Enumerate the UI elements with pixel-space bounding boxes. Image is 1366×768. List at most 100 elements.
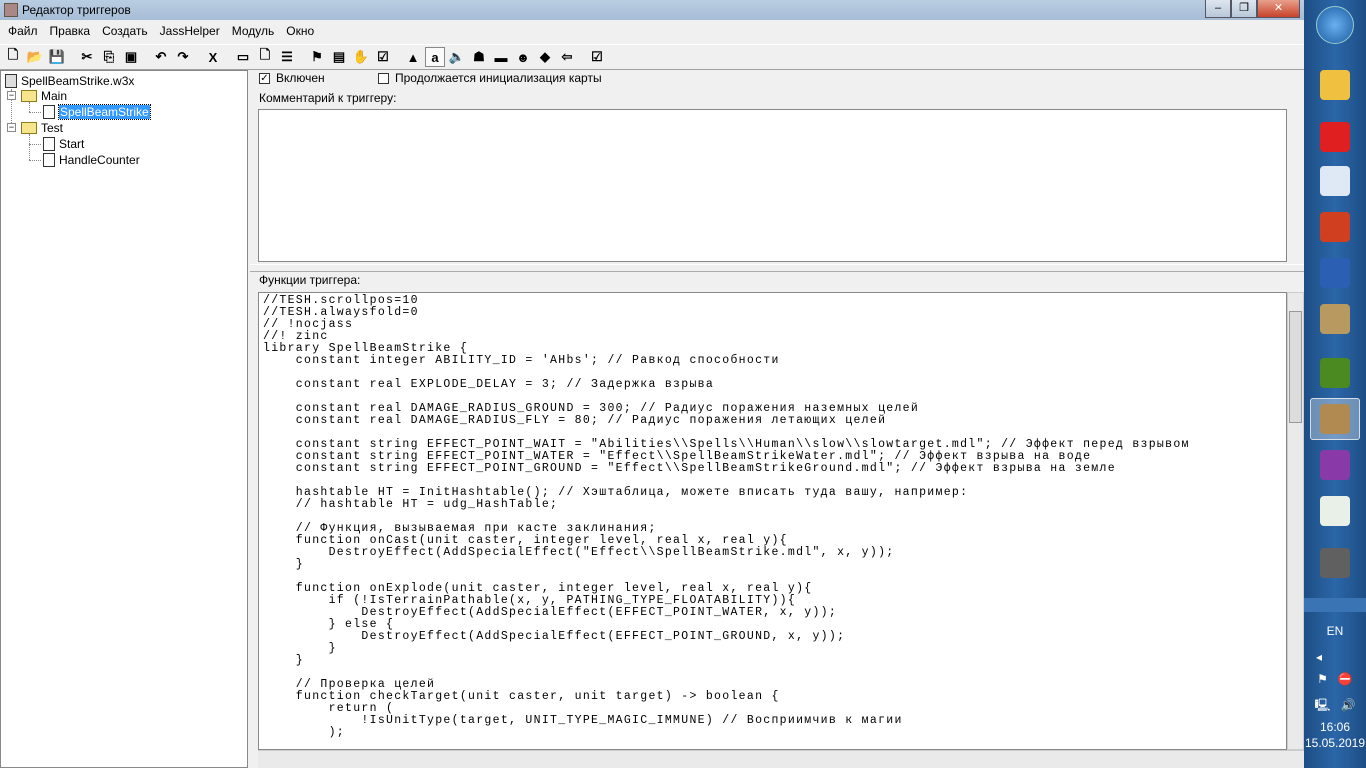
trigger-tree[interactable]: SpellBeamStrike.w3x − Main SpellBeamStri… (0, 70, 248, 768)
taskbar-app-opera[interactable] (1310, 116, 1360, 158)
code-line: } (263, 642, 337, 655)
object-editor-button[interactable]: ☗ (469, 47, 489, 67)
tree-folder-test[interactable]: Test (21, 120, 63, 136)
minimize-button[interactable]: – (1205, 0, 1231, 18)
new-action-button[interactable]: ✋ (351, 47, 371, 67)
init-checkbox[interactable]: Продолжается инициализация карты (378, 71, 602, 85)
tree-trigger-spellbeamstrike[interactable]: SpellBeamStrike (43, 104, 151, 120)
taskbar-app-word[interactable] (1310, 252, 1360, 294)
folder-icon (21, 90, 37, 102)
sound-editor-button[interactable]: 🔈 (447, 47, 467, 67)
taskbar-app-office[interactable] (1310, 206, 1360, 248)
new-category-button[interactable]: ▭ (233, 47, 253, 67)
taskbar-app-text-document[interactable] (1310, 160, 1360, 202)
clock-time[interactable]: 16:06 (1304, 720, 1366, 734)
tree-trigger-handlecounter[interactable]: HandleCounter (43, 152, 140, 168)
code-editor[interactable]: //TESH.scrollpos=10//TESH.alwaysfold=0//… (258, 292, 1287, 750)
new-condition-button[interactable]: ▤ (329, 47, 349, 67)
new-trigger-button[interactable]: 🗋 (255, 47, 275, 67)
word-icon (1320, 258, 1350, 288)
folder-label: Test (41, 121, 64, 135)
ai-editor-button[interactable]: ☻ (513, 47, 533, 67)
code-line: DestroyEffect(AddSpecialEffect(EFFECT_PO… (263, 630, 846, 643)
import-manager-icon: ⇦ (561, 49, 573, 64)
tree-trigger-start[interactable]: Start (43, 136, 84, 152)
tree-root[interactable]: SpellBeamStrike.w3x (5, 73, 134, 89)
taskbar-scroll-arrows[interactable] (1304, 598, 1366, 612)
tree-folder-main[interactable]: Main (21, 88, 67, 104)
new-comment-button[interactable]: ☰ (277, 47, 297, 67)
code-line: !IsUnitType(target, UNIT_TYPE_MAGIC_IMMU… (263, 714, 903, 727)
game-app-icon (1320, 548, 1350, 578)
splitter[interactable] (250, 264, 1304, 272)
checkmark-icon: ✓ (259, 72, 270, 84)
comment-scrollbar[interactable] (1287, 109, 1304, 262)
undo-button[interactable]: ↶ (151, 47, 171, 67)
enabled-checkbox[interactable]: ✓ Включен (259, 71, 325, 85)
save-icon: 💾 (48, 49, 66, 64)
menu-module[interactable]: Модуль (226, 24, 281, 38)
menu-edit[interactable]: Правка (44, 24, 97, 38)
tray-icons-row1[interactable]: ⚑ ⛔ (1304, 672, 1366, 686)
language-indicator[interactable]: EN (1304, 624, 1366, 638)
paste-button[interactable]: ▣ (121, 47, 141, 67)
import-manager-button[interactable]: ⇦ (557, 47, 577, 67)
new-button[interactable]: 🗋 (3, 47, 23, 67)
menu-jasshelper[interactable]: JassHelper (154, 24, 226, 38)
comment-label: Комментарий к триггеру: (259, 91, 397, 105)
cut-icon: ✂ (81, 49, 93, 64)
new-condition-icon: ▤ (332, 49, 346, 64)
close-button[interactable]: ✕ (1257, 0, 1300, 18)
open-button[interactable]: 📂 (25, 47, 45, 67)
horizontal-scrollbar[interactable] (258, 750, 1304, 768)
test-map-button[interactable]: ☑ (587, 47, 607, 67)
taskbar-app-window-app[interactable] (1310, 490, 1360, 532)
taskbar-app-explorer[interactable] (1310, 64, 1360, 106)
menu-create[interactable]: Создать (96, 24, 154, 38)
tray-icons-row2[interactable]: 🖳 🔊 (1304, 696, 1366, 717)
show-hidden-icons[interactable]: ◂ (1304, 650, 1366, 664)
open-icon: 📂 (26, 49, 44, 64)
sound-editor-icon: 🔈 (448, 49, 466, 64)
code-line: } (263, 558, 305, 571)
taskbar-app-game-app[interactable] (1310, 542, 1360, 584)
comment-textarea[interactable] (258, 109, 1287, 262)
code-line: DestroyEffect(AddSpecialEffect(EFFECT_PO… (263, 606, 838, 619)
new-comment-icon: ☰ (281, 49, 293, 64)
new-event-icon: ⚑ (311, 49, 323, 64)
init-label: Продолжается инициализация карты (395, 71, 602, 85)
trigger-editor-button[interactable]: a (425, 47, 445, 67)
terrain-editor-button[interactable]: ▲ (403, 47, 423, 67)
object-manager-button[interactable]: ◆ (535, 47, 555, 67)
code-scrollbar[interactable] (1287, 292, 1304, 750)
collapse-main-toggle[interactable]: − (7, 91, 16, 100)
scrollbar-thumb[interactable] (1289, 311, 1302, 423)
map-icon (5, 74, 17, 88)
taskbar-app-orc-app[interactable] (1310, 352, 1360, 394)
clock-date[interactable]: 15.05.2019 (1304, 736, 1366, 750)
copy-button[interactable]: ⎘ (99, 47, 119, 67)
new-category-icon: ▭ (236, 49, 250, 64)
save-button[interactable]: 💾 (47, 47, 67, 67)
campaign-editor-button[interactable]: ▬ (491, 47, 511, 67)
taskbar-app-world-editor[interactable] (1310, 398, 1360, 440)
trigger-label: SpellBeamStrike (58, 104, 151, 120)
start-button[interactable] (1316, 6, 1354, 44)
menu-file[interactable]: Файл (2, 24, 44, 38)
redo-icon: ↷ (177, 49, 189, 64)
enabled-label: Включен (276, 71, 325, 85)
cut-button[interactable]: ✂ (77, 47, 97, 67)
jass-x-button[interactable]: X (203, 47, 223, 67)
collapse-test-toggle[interactable]: − (7, 123, 16, 132)
campaign-editor-icon: ▬ (494, 49, 508, 65)
taskbar-app-scroll-app[interactable] (1310, 298, 1360, 340)
variables-button[interactable]: ☑ (373, 47, 393, 67)
undo-icon: ↶ (155, 49, 167, 64)
trigger-label: Start (59, 137, 85, 151)
menu-window[interactable]: Окно (280, 24, 320, 38)
maximize-button[interactable]: ❐ (1231, 0, 1257, 18)
new-event-button[interactable]: ⚑ (307, 47, 327, 67)
taskbar-app-purple-app[interactable] (1310, 444, 1360, 486)
text-document-icon (1320, 166, 1350, 196)
redo-button[interactable]: ↷ (173, 47, 193, 67)
